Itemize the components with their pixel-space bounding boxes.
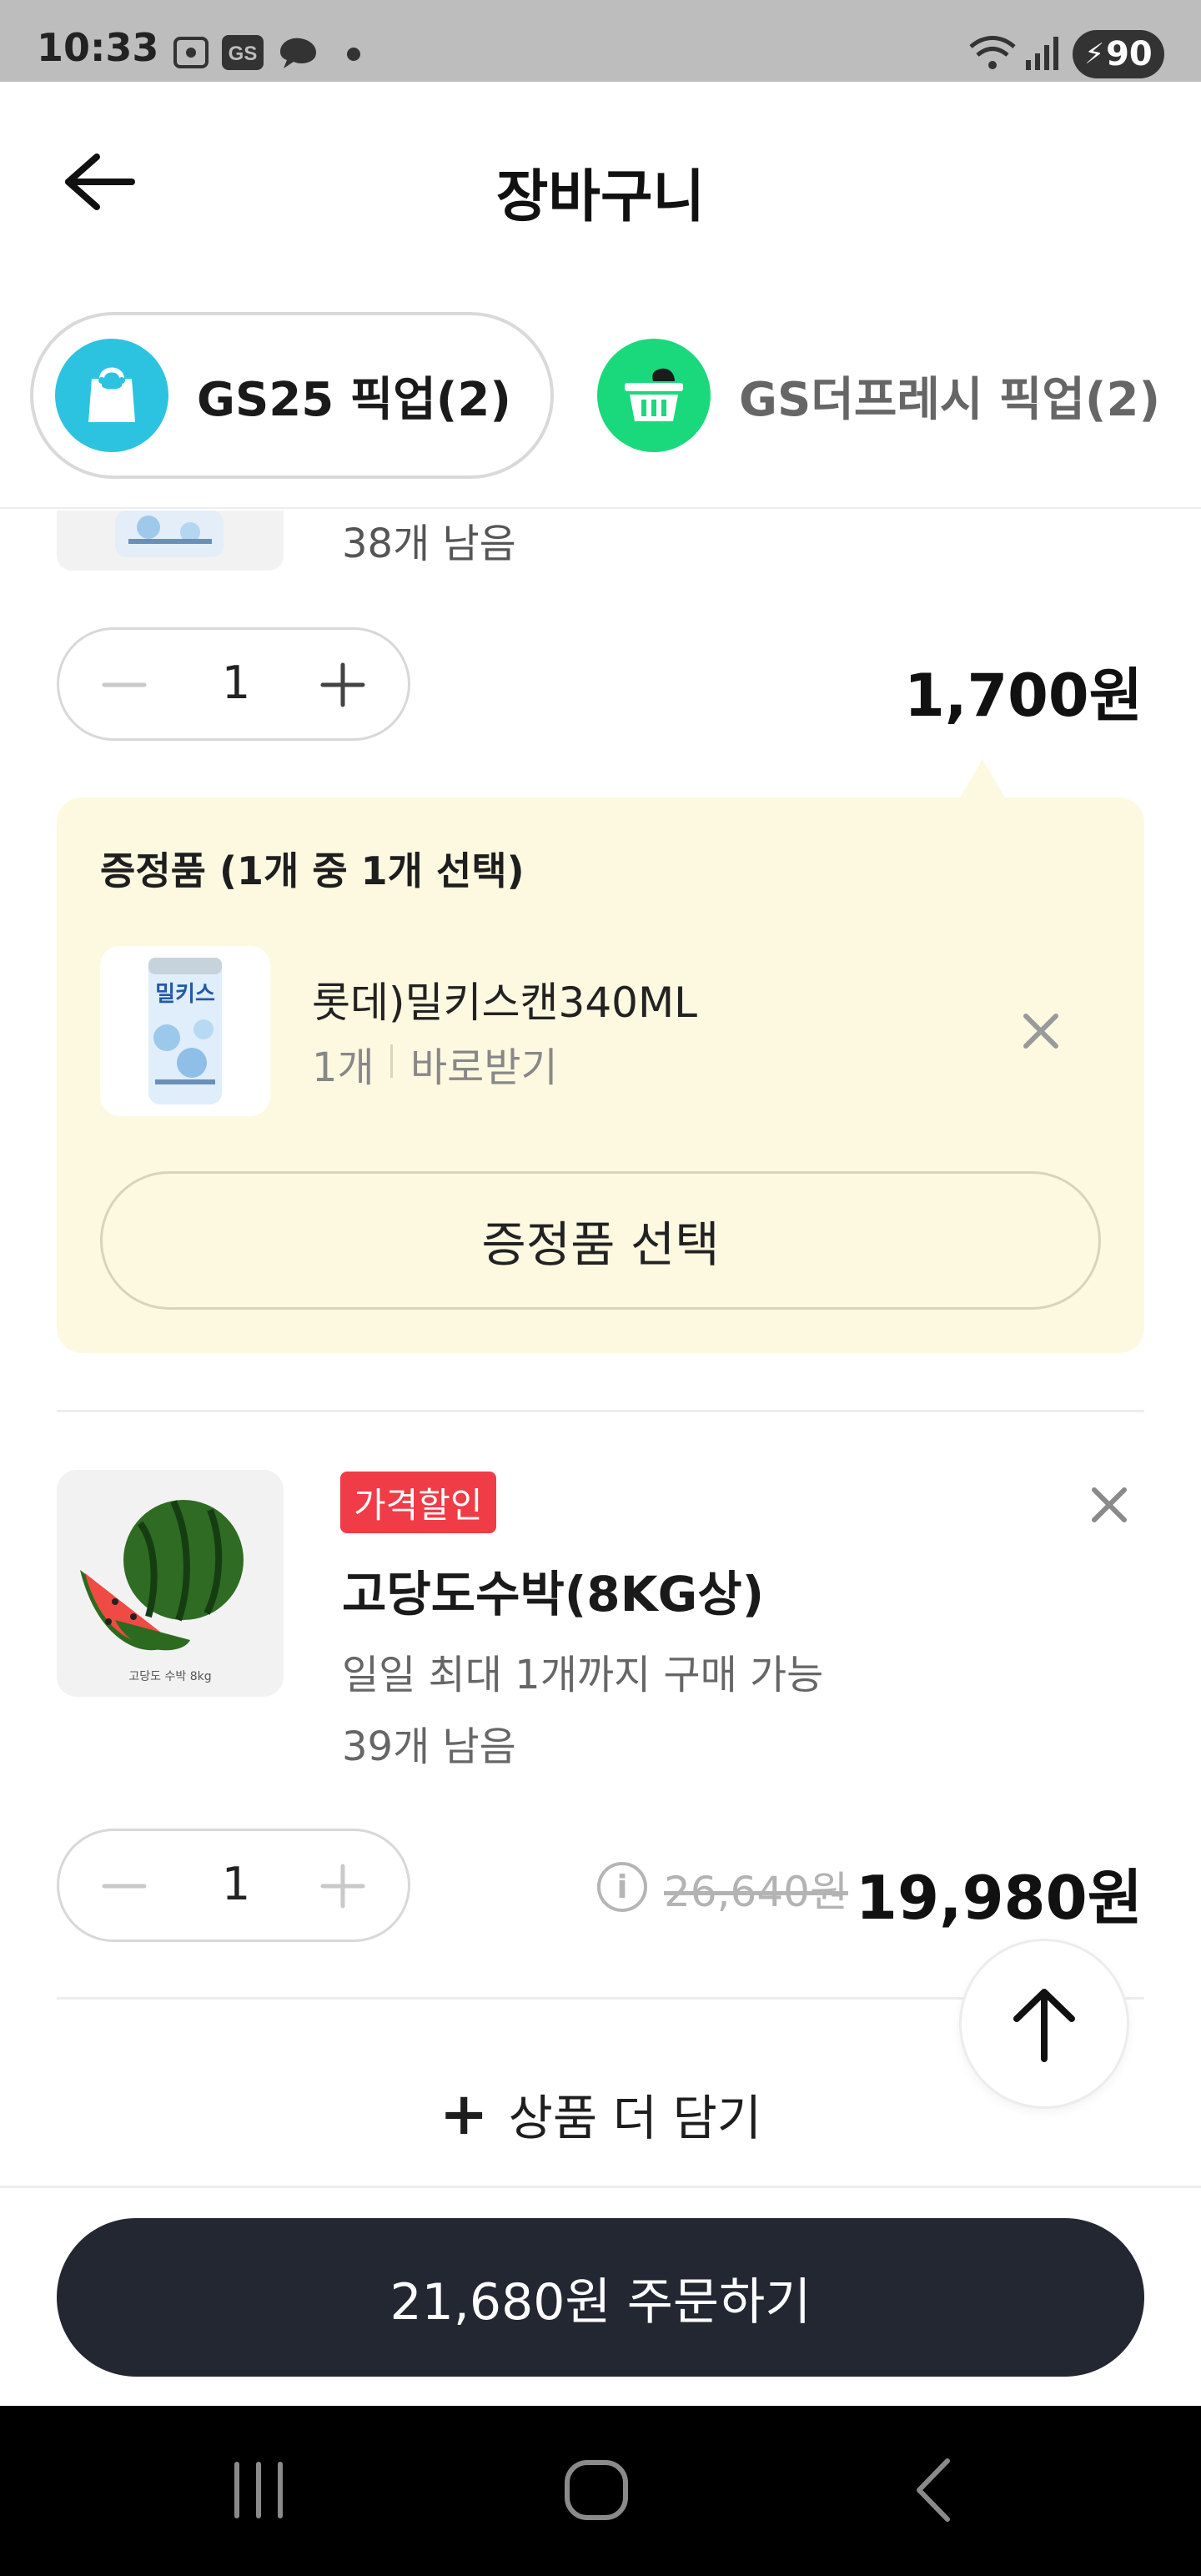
divider bbox=[57, 1410, 1144, 1412]
tab-gs25-pickup[interactable]: GS25 픽업(2) bbox=[30, 312, 554, 479]
plus-icon[interactable] bbox=[316, 658, 369, 712]
stock-remaining: 39개 남음 bbox=[342, 1723, 516, 1770]
svg-text:GS: GS bbox=[229, 43, 258, 65]
status-time: 10:33 bbox=[37, 25, 159, 70]
plus-icon[interactable] bbox=[316, 1859, 369, 1913]
stock-remaining: 38개 남음 bbox=[342, 521, 516, 567]
gift-thumbnail: 밀키스 bbox=[100, 946, 270, 1116]
info-icon[interactable]: i bbox=[597, 1862, 647, 1912]
home-icon[interactable] bbox=[559, 2453, 634, 2528]
scroll-to-top-button[interactable] bbox=[959, 1939, 1129, 2109]
screenshot-icon bbox=[173, 37, 209, 68]
chat-icon bbox=[280, 38, 317, 68]
recent-apps-icon[interactable] bbox=[225, 2453, 292, 2528]
wifi-icon bbox=[969, 36, 1016, 69]
add-more-label: 상품 더 담기 bbox=[508, 2090, 762, 2146]
tab-label: GS더프레시 픽업(2) bbox=[739, 372, 1161, 427]
signal-icon bbox=[1026, 37, 1058, 70]
gift-pointer bbox=[959, 759, 1006, 799]
back-nav-icon[interactable] bbox=[901, 2453, 967, 2528]
svg-text:밀키스: 밀키스 bbox=[155, 982, 215, 1007]
arrow-up-icon bbox=[1013, 1989, 1075, 2062]
battery-level: 90 bbox=[1106, 35, 1153, 73]
close-icon[interactable] bbox=[1084, 1480, 1134, 1530]
discount-badge: 가격할인 bbox=[340, 1472, 496, 1533]
system-nav-bar bbox=[0, 2406, 1201, 2576]
quantity-stepper: 1 bbox=[57, 627, 410, 741]
quantity-stepper: 1 bbox=[57, 1829, 410, 1942]
status-bar: 10:33 GS ⚡ 90 bbox=[0, 0, 1201, 82]
order-button[interactable]: 21,680원 주문하기 bbox=[57, 2218, 1144, 2377]
product-thumbnail[interactable]: 고당도 수박 8kg bbox=[57, 1470, 284, 1697]
order-bar: 21,680원 주문하기 bbox=[0, 2186, 1201, 2406]
battery-indicator: ⚡ 90 bbox=[1073, 30, 1164, 78]
separator bbox=[390, 1044, 393, 1078]
item-price: 19,980원 bbox=[855, 1863, 1143, 1933]
basket-icon bbox=[597, 339, 711, 452]
gift-quantity: 1개 bbox=[312, 1044, 374, 1091]
gs-app-icon: GS bbox=[222, 35, 264, 70]
shopping-bag-icon bbox=[55, 339, 168, 452]
gift-receive-method: 바로받기 bbox=[410, 1044, 558, 1091]
gift-section: 증정품 (1개 중 1개 선택) 밀키스 롯데)밀키스캔340ML 1개 바로받… bbox=[57, 797, 1144, 1353]
tab-label: GS25 픽업(2) bbox=[197, 372, 511, 427]
app-header: 장바구니 bbox=[0, 82, 1201, 290]
original-price: 26,640원 bbox=[664, 1868, 848, 1916]
purchase-limit: 일일 최대 1개까지 구매 가능 bbox=[342, 1652, 824, 1698]
pickup-tabs: GS25 픽업(2) GS더프레시 픽업(2) bbox=[0, 290, 1201, 509]
product-image-caption: 고당도 수박 8kg bbox=[128, 1670, 211, 1683]
tab-gsthefresh-pickup[interactable]: GS더프레시 픽업(2) bbox=[575, 312, 1184, 479]
dot-icon bbox=[347, 48, 360, 61]
select-gift-button[interactable]: 증정품 선택 bbox=[100, 1171, 1101, 1310]
charging-icon: ⚡ bbox=[1084, 38, 1105, 71]
gift-title: 증정품 (1개 중 1개 선택) bbox=[100, 848, 525, 893]
product-name[interactable]: 고당도수박(8KG상) bbox=[342, 1555, 764, 1625]
plus-icon: + bbox=[439, 2080, 489, 2148]
item-price: 1,700원 bbox=[904, 662, 1143, 730]
close-icon[interactable] bbox=[1016, 1006, 1066, 1056]
page-title: 장바구니 bbox=[495, 164, 706, 230]
product-thumbnail[interactable] bbox=[57, 511, 284, 571]
gift-name: 롯데)밀키스캔340ML bbox=[312, 979, 697, 1027]
